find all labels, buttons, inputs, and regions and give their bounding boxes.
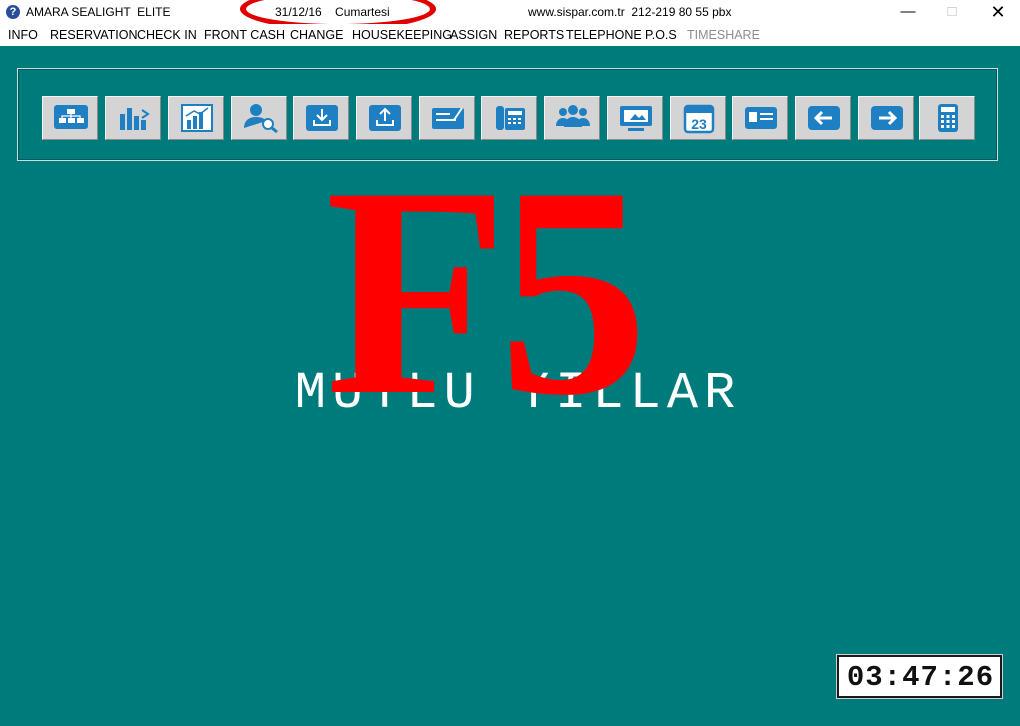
arrow-left-icon [808,106,840,130]
main-area: 23 MUTLU YILLAR F5 03:47:26 [0,46,1020,726]
menu-check-in[interactable]: CHECK IN [137,28,197,42]
f5-overlay-label: F5 [325,125,648,457]
app-title: AMARA SEALIGHT ELITE [26,5,171,19]
svg-text:23: 23 [691,116,707,132]
menu-bar: INFO RESERVATION CHECK IN FRONT CASH CHA… [0,24,1020,46]
guest-card-button[interactable] [732,96,788,140]
menu-reports[interactable]: REPORTS [504,28,564,42]
close-button[interactable]: ✕ [975,0,1020,24]
room-rack-icon [54,105,88,129]
arrow-right-icon [871,106,903,130]
calendar-button[interactable]: 23 [670,96,726,140]
clock-display: 03:47:26 [836,654,1003,699]
calendar-icon: 23 [683,104,715,134]
menu-reservation[interactable]: RESERVATION [50,28,138,42]
minimize-button[interactable]: — [885,0,931,24]
statistics-chart-button[interactable] [168,96,224,140]
menu-front-cash[interactable]: FRONT CASH [204,28,285,42]
menu-telephone[interactable]: TELEPHONE [566,28,642,42]
help-icon[interactable]: ? [6,5,20,19]
website-info: www.sispar.com.tr 212-219 80 55 pbx [528,5,732,19]
occupancy-chart-icon [120,108,150,130]
menu-change[interactable]: CHANGE [290,28,343,42]
calculator-icon [938,104,958,132]
back-button[interactable] [795,96,851,140]
guest-search-icon [244,104,278,134]
forward-button[interactable] [858,96,914,140]
guest-search-button[interactable] [231,96,287,140]
room-rack-button[interactable] [42,96,98,140]
menu-info[interactable]: INFO [8,28,38,42]
occupancy-chart-button[interactable] [105,96,161,140]
menu-pos[interactable]: P.O.S [645,28,677,42]
guest-card-icon [745,107,777,129]
menu-assign[interactable]: ASSIGN [450,28,497,42]
clock-time: 03:47:26 [846,661,995,694]
menu-timeshare: TIMESHARE [687,28,760,42]
statistics-chart-icon [181,104,213,132]
menu-housekeeping[interactable]: HOUSEKEEPING [352,28,452,42]
maximize-button[interactable]: □ [929,0,975,24]
title-bar: ? AMARA SEALIGHT ELITE 31/12/16 Cumartes… [0,0,1020,30]
calculator-button[interactable] [919,96,975,140]
